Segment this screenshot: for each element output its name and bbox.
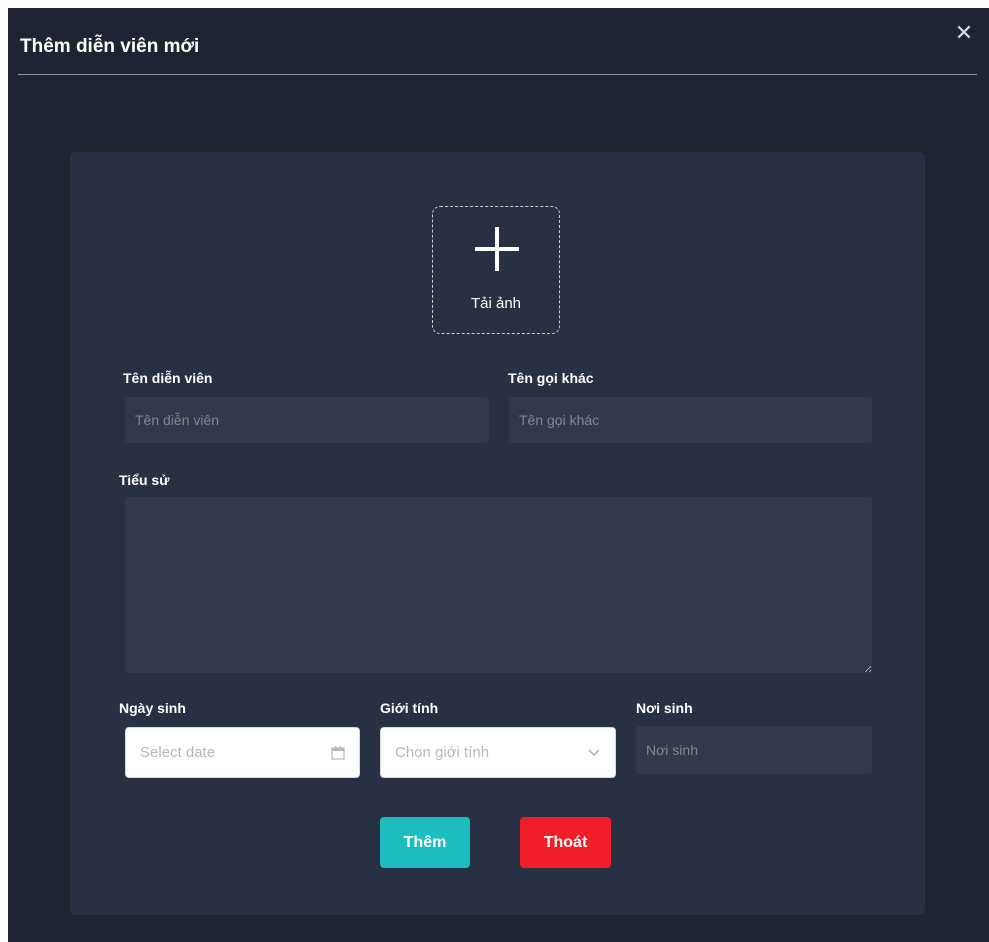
gender-placeholder: Chọn giới tính — [395, 744, 490, 761]
calendar-icon — [331, 745, 345, 760]
birth-place-label: Nơi sinh — [636, 700, 693, 716]
plus-icon — [475, 227, 519, 271]
actor-form: Tải ảnh Tên diễn viên Tên gọi khác Tiểu … — [70, 152, 925, 915]
upload-label: Tải ảnh — [470, 295, 522, 312]
exit-button[interactable]: Thoát — [520, 817, 611, 868]
alias-label: Tên gọi khác — [508, 370, 594, 386]
gender-select[interactable]: Chọn giới tính — [380, 727, 616, 778]
birth-place-input[interactable] — [636, 726, 872, 774]
close-icon[interactable]: ✕ — [953, 22, 975, 44]
chevron-down-icon — [588, 748, 600, 756]
biography-label: Tiểu sử — [119, 472, 170, 488]
birth-date-picker[interactable]: Select date — [125, 727, 360, 778]
birth-date-label: Ngày sinh — [119, 700, 186, 716]
biography-textarea[interactable] — [125, 497, 872, 673]
gender-label: Giới tính — [380, 700, 439, 716]
birth-date-placeholder: Select date — [140, 744, 216, 761]
upload-image-button[interactable]: Tải ảnh — [432, 206, 560, 334]
alias-input[interactable] — [509, 397, 872, 443]
title-divider — [18, 74, 977, 75]
actor-name-input[interactable] — [125, 397, 489, 443]
add-button[interactable]: Thêm — [380, 817, 470, 868]
actor-name-label: Tên diễn viên — [123, 370, 213, 386]
add-actor-modal: Thêm diễn viên mới ✕ Tải ảnh Tên diễn vi… — [8, 8, 989, 942]
modal-title: Thêm diễn viên mới — [20, 36, 200, 57]
